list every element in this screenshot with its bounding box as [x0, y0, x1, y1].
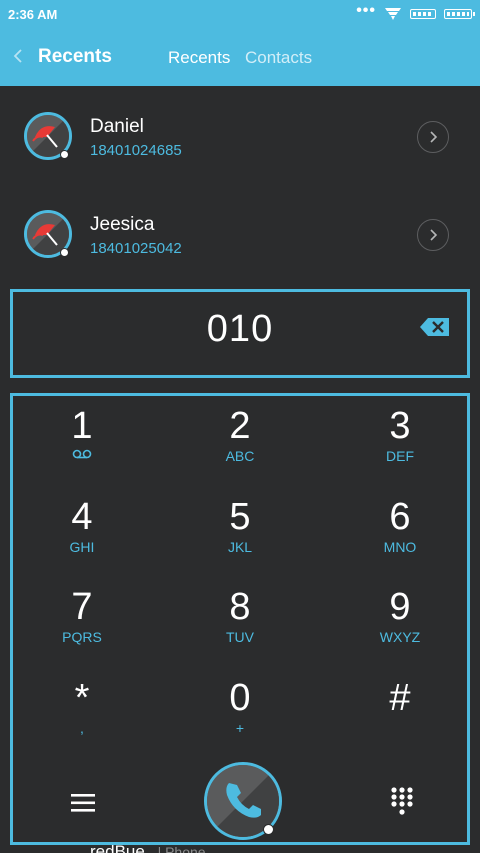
key-8[interactable]: 8 TUV	[190, 587, 290, 667]
status-icons: •••	[356, 2, 475, 22]
more-notifications-icon: •••	[356, 2, 376, 19]
voicemail-icon	[72, 449, 92, 459]
status-dot	[60, 248, 69, 257]
tab-contacts[interactable]: Contacts	[245, 48, 312, 68]
recent-item[interactable]: Jeesica 18401025042	[0, 198, 480, 294]
key-letters: JKL	[227, 539, 253, 555]
key-digit: 1	[71, 405, 93, 447]
key-digit: 2	[229, 405, 251, 447]
key-letters: GHI	[69, 539, 95, 555]
key-9[interactable]: 9 WXYZ	[350, 587, 450, 667]
contact-details-button[interactable]	[417, 121, 449, 153]
status-time: 2:36 AM	[8, 6, 58, 22]
status-bar: 2:36 AM •••	[0, 0, 480, 28]
key-2[interactable]: 2 ABC	[190, 406, 290, 486]
key-0[interactable]: 0 +	[190, 678, 290, 758]
contact-type: | Phone	[157, 844, 206, 853]
key-letters: PQRS	[62, 629, 102, 645]
key-4[interactable]: 4 GHI	[32, 497, 132, 577]
app-header: Recents Recents Contacts	[0, 28, 480, 86]
key-digit: 5	[229, 496, 251, 538]
page-title: Recents	[38, 46, 112, 67]
key-digit: 7	[71, 586, 93, 628]
key-digit: 8	[229, 586, 251, 628]
back-icon[interactable]	[12, 48, 24, 64]
contact-name: redBue	[90, 842, 145, 853]
key-7[interactable]: 7 PQRS	[32, 587, 132, 667]
backspace-icon[interactable]	[419, 316, 451, 338]
key-3[interactable]: 3 DEF	[350, 406, 450, 486]
key-letters: DEF	[386, 448, 414, 464]
wifi-icon	[385, 8, 401, 20]
key-letters: WXYZ	[379, 629, 421, 645]
contact-name: Jeesica	[90, 214, 155, 235]
recent-item[interactable]: Daniel 18401024685	[0, 100, 480, 196]
key-digit: *	[74, 677, 90, 719]
dial-keypad: 1 2 ABC 3 DEF 4 GHI 5 JKL 6 MNO 7 PQRS 8…	[10, 393, 470, 845]
key-digit: #	[389, 677, 411, 719]
contact-details-button[interactable]	[417, 219, 449, 251]
key-5[interactable]: 5 JKL	[190, 497, 290, 577]
chevron-right-icon	[430, 131, 438, 143]
key-digit: 4	[71, 496, 93, 538]
key-letters: TUV	[226, 629, 254, 645]
battery-icon	[444, 9, 475, 19]
tab-recents[interactable]: Recents	[168, 48, 230, 68]
key-letters: +	[235, 720, 245, 736]
menu-icon[interactable]	[71, 792, 95, 814]
key-digit: 9	[389, 586, 411, 628]
status-dot	[263, 824, 274, 835]
key-letters: ,	[80, 720, 84, 736]
key-1[interactable]: 1	[32, 406, 132, 486]
key-star[interactable]: * ,	[32, 678, 132, 758]
contact-name: Daniel	[90, 116, 144, 137]
key-digit: 6	[389, 496, 411, 538]
status-dot	[60, 150, 69, 159]
contact-number: 18401025042	[90, 240, 182, 257]
dialed-number-display[interactable]: 010	[10, 289, 470, 378]
key-hash[interactable]: #	[350, 678, 450, 758]
key-letters: ABC	[225, 448, 255, 464]
list-item: redBue | Phone	[90, 842, 206, 853]
key-digit: 0	[229, 677, 251, 719]
key-6[interactable]: 6 MNO	[350, 497, 450, 577]
dialpad-icon[interactable]	[390, 786, 414, 818]
dialed-number: 010	[206, 308, 274, 350]
chevron-right-icon	[430, 229, 438, 241]
contact-number: 18401024685	[90, 142, 182, 159]
key-letters: MNO	[383, 539, 417, 555]
signal-icon	[410, 9, 436, 19]
key-digit: 3	[389, 405, 411, 447]
